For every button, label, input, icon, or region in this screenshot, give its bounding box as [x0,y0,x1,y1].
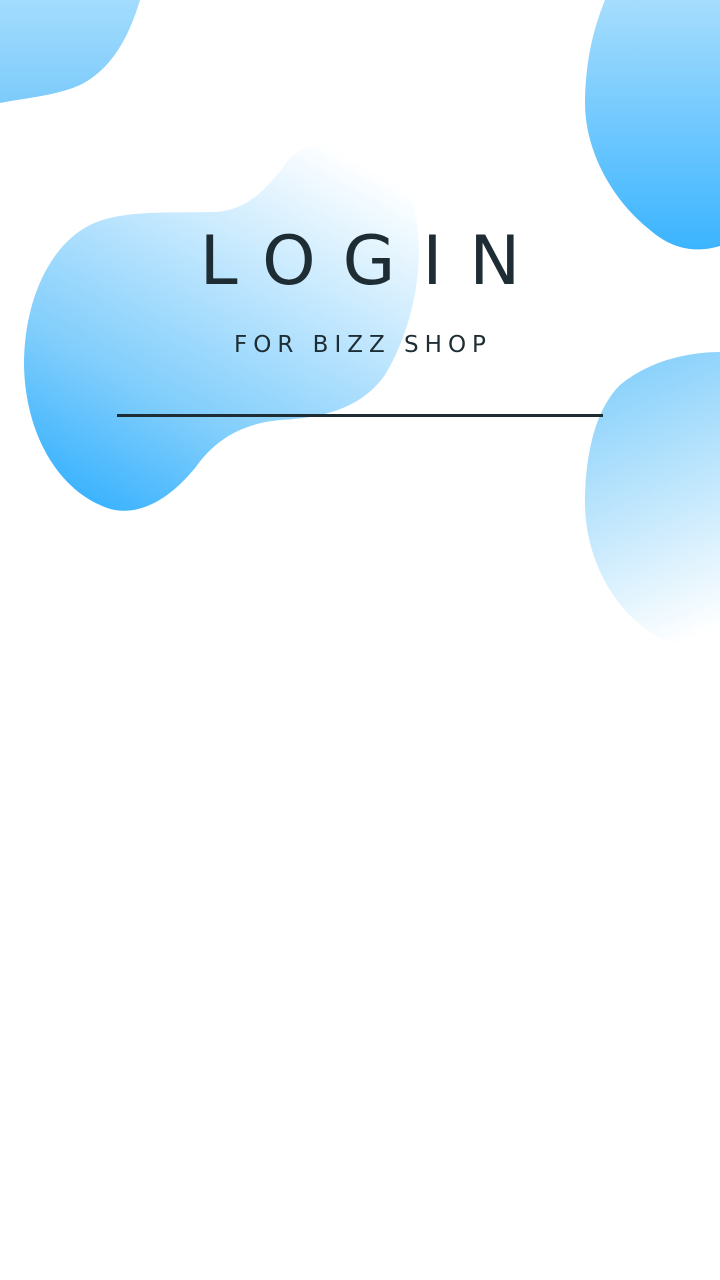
login-screen: LOGIN FOR BIZZ SHOP [0,0,720,1280]
title-divider [117,414,603,417]
login-subtitle: FOR BIZZ SHOP [234,332,492,358]
blob-mid-right [585,352,720,651]
login-title: LOGIN [199,222,548,301]
blob-center [24,140,419,511]
decorative-blobs [0,0,720,651]
blob-top-left [0,0,140,103]
blob-top-right [584,0,720,250]
